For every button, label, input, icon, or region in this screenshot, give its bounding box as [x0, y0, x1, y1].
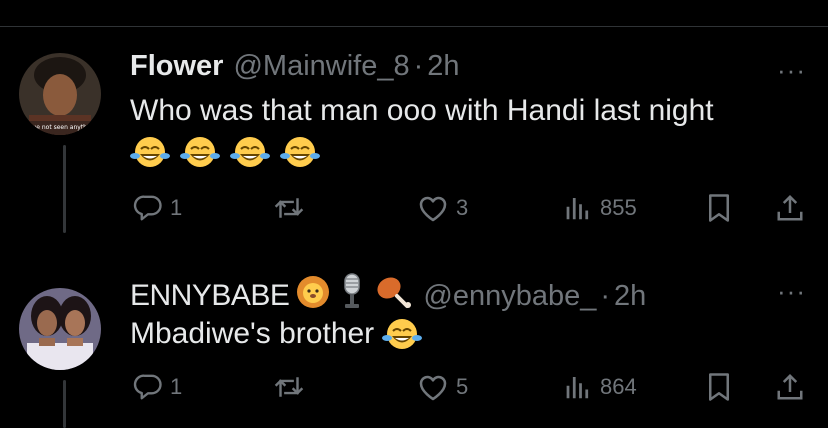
top-divider: [0, 26, 828, 27]
tears-of-joy-emoji: [130, 137, 170, 167]
tears-of-joy-emoji: [180, 137, 220, 167]
bookmark-icon: [709, 373, 729, 401]
reply-button[interactable]: 1: [133, 372, 182, 402]
heart-icon: [419, 196, 447, 222]
tears-of-joy-emoji: [280, 137, 320, 167]
separator: ·: [600, 279, 611, 312]
retweet-icon: [274, 198, 304, 218]
bookmark-icon: [709, 194, 729, 222]
retweet-button[interactable]: [272, 193, 313, 223]
tears-of-joy-emoji: [230, 137, 270, 167]
display-name[interactable]: ENNYBABE: [130, 279, 290, 313]
tweet-header: Flower @Mainwife_8 · 2h: [130, 50, 460, 83]
view-count: 855: [600, 195, 637, 220]
emoji-row: [130, 134, 320, 170]
reply-count: 1: [170, 195, 183, 220]
views-button[interactable]: 855: [563, 193, 637, 223]
like-button[interactable]: 5: [417, 372, 468, 402]
tweet-header: ENNYBABE @ennybabe_ · 2h: [130, 272, 646, 320]
views-button[interactable]: 864: [563, 372, 637, 402]
like-count: 3: [456, 195, 469, 220]
more-options-button[interactable]: ···: [777, 55, 806, 86]
tweet-body: Mbadiwe's brother: [130, 316, 423, 352]
bookmark-button[interactable]: [705, 193, 733, 223]
views-icon: [566, 377, 589, 399]
lion-emoji: [295, 274, 331, 318]
reply-count: 1: [170, 374, 183, 399]
microphone-emoji: [337, 272, 367, 320]
avatar-caption: we not seen anythi: [31, 124, 89, 131]
reply-button[interactable]: 1: [133, 193, 182, 223]
reply-icon: [133, 195, 162, 221]
thread-line: [63, 380, 66, 428]
heart-icon: [419, 375, 447, 401]
timestamp[interactable]: 2h: [614, 280, 646, 313]
share-button[interactable]: [775, 372, 805, 402]
retweet-icon: [274, 377, 304, 397]
view-count: 864: [600, 374, 637, 399]
handle[interactable]: @Mainwife_8: [233, 50, 409, 83]
chicken-leg-emoji: [373, 272, 413, 320]
retweet-button[interactable]: [272, 372, 313, 402]
tweet-text: Mbadiwe's brother: [130, 317, 375, 350]
display-name[interactable]: Flower: [130, 50, 223, 83]
thread-line: [63, 145, 66, 233]
avatar-ennybabe[interactable]: [19, 288, 101, 370]
tweet-text: Who was that man ooo with Handi last nig…: [130, 94, 714, 127]
tears-of-joy-emoji: [382, 319, 423, 349]
avatar-flower[interactable]: we not seen anythi: [19, 53, 101, 135]
share-button[interactable]: [775, 193, 805, 223]
like-button[interactable]: 3: [417, 193, 468, 223]
share-icon: [777, 373, 803, 400]
reply-icon: [133, 374, 162, 400]
views-icon: [566, 198, 589, 220]
share-icon: [777, 194, 803, 221]
more-options-button[interactable]: ···: [777, 276, 806, 307]
timestamp[interactable]: 2h: [427, 50, 459, 83]
separator: ·: [413, 50, 424, 82]
like-count: 5: [456, 374, 469, 399]
bookmark-button[interactable]: [705, 372, 733, 402]
handle[interactable]: @ennybabe_: [423, 280, 596, 313]
